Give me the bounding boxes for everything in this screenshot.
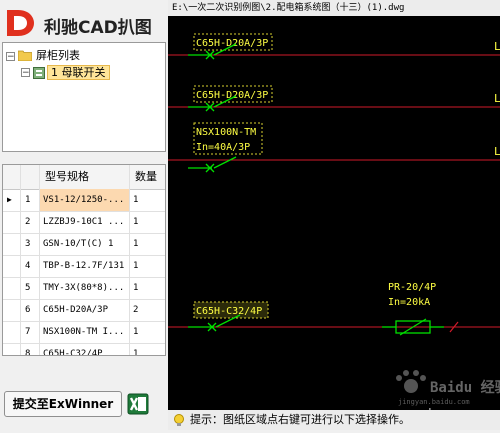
watermark-text: Baidu 经验 [430, 379, 500, 396]
table-row[interactable]: ▶ 1 VS1-12/1250-... 1 [3, 189, 165, 212]
protector-label-line2[interactable]: In=20kA [388, 297, 430, 308]
breaker-label-4[interactable]: C65H-C32/4P [196, 306, 262, 317]
app-logo: 利驰CAD扒图 [4, 8, 168, 38]
breaker-symbol [188, 156, 237, 173]
row-model[interactable]: TMY-3X(80*8)... [43, 277, 129, 299]
row-qty[interactable]: 2 [133, 299, 163, 321]
table-row[interactable]: 5 TMY-3X(80*8)... 1 [3, 277, 165, 300]
row-index[interactable]: 4 [25, 255, 39, 277]
status-hint: 提示：图纸区域点右键可进行以下选择操作。 [190, 413, 410, 426]
breaker-label-1[interactable]: C65H-D20A/3P [196, 38, 268, 49]
row-qty[interactable]: 1 [133, 321, 163, 343]
cabinet-node-icon [33, 67, 45, 79]
row-index[interactable]: 1 [25, 189, 39, 211]
table-row[interactable]: 2 LZZBJ9-10C1 ... 1 [3, 211, 165, 234]
row-index[interactable]: 2 [25, 211, 39, 233]
row-index[interactable]: 7 [25, 321, 39, 343]
row-index[interactable]: 6 [25, 299, 39, 321]
row-qty[interactable]: 1 [133, 343, 163, 355]
table-row[interactable]: 8 C65H-C32/4P 1 [3, 343, 165, 355]
row-model[interactable]: VS1-12/1250-... [40, 189, 129, 211]
grid-header: 型号规格 数量 [3, 165, 165, 190]
edge-mark: L [494, 92, 500, 105]
folder-icon [18, 50, 32, 61]
tree-item-muliankaiguan[interactable]: 1 母联开关 [47, 65, 110, 81]
table-row[interactable]: 3 GSN-10/T(C) 11 [3, 233, 165, 256]
table-row[interactable]: 4 TBP-B-12.7F/131 1 [3, 255, 165, 278]
excel-export-icon[interactable] [127, 393, 149, 415]
current-row-marker: ▶ [7, 195, 12, 204]
breaker-label-3-line2[interactable]: In=40A/3P [196, 142, 250, 153]
tree-item-root-label: 屏柜列表 [36, 49, 80, 62]
table-row[interactable]: 7 NSX100N-TM I... 1 [3, 321, 165, 344]
submit-exwinner-button[interactable]: 提交至ExWinner [4, 391, 122, 417]
row-index[interactable]: 3 [25, 233, 39, 255]
tree-expander-child[interactable]: − [21, 68, 30, 78]
row-index[interactable]: 8 [25, 343, 39, 355]
tree-item-child-label: 1 母联开关 [47, 65, 110, 80]
row-qty[interactable]: 1 [133, 277, 163, 299]
cad-drawing-canvas[interactable]: C65H-D20A/3P C65H-D20A/3P NSX100N-TM In=… [168, 0, 500, 430]
breaker-label-3-line1[interactable]: NSX100N-TM [196, 127, 256, 138]
lichi-logo-icon [7, 10, 34, 36]
row-model[interactable]: TBP-B-12.7F/131 [43, 255, 129, 277]
surge-protector-symbol [382, 318, 444, 336]
cad-drawing[interactable]: C65H-D20A/3P C65H-D20A/3P NSX100N-TM In=… [168, 0, 500, 430]
left-panel: 利驰CAD扒图 − 屏柜列表 − 1 母联开关 型号规格 数量 ▶ 1 VS1-12… [0, 0, 168, 430]
row-qty[interactable]: 1 [133, 233, 163, 255]
status-bar: 提示：图纸区域点右键可进行以下选择操作。 [168, 410, 500, 430]
edge-mark: L [494, 145, 500, 158]
row-model[interactable]: LZZBJ9-10C1 ... [43, 211, 129, 233]
grid-col-qty[interactable]: 数量 [135, 165, 157, 189]
row-qty[interactable]: 1 [133, 211, 163, 233]
baidu-watermark: Baidu 经验 jingyan.baidu.com [396, 370, 500, 406]
row-qty[interactable]: 1 [133, 189, 163, 211]
lightbulb-icon [174, 414, 184, 426]
row-model[interactable]: C65H-C32/4P [43, 343, 129, 355]
parts-grid[interactable]: 型号规格 数量 ▶ 1 VS1-12/1250-... 1 2 LZZBJ9-10C1 .… [2, 164, 166, 356]
edge-mark: L [494, 40, 500, 53]
grid-col-model[interactable]: 型号规格 [45, 165, 89, 189]
row-model[interactable]: C65H-D20A/3P [43, 299, 129, 321]
tree-expander-root[interactable]: − [6, 52, 15, 62]
row-index[interactable]: 5 [25, 277, 39, 299]
table-row[interactable]: 6 C65H-D20A/3P 2 [3, 299, 165, 322]
row-model[interactable]: GSN-10/T(C) 1 [43, 233, 129, 255]
protector-label-line1[interactable]: PR-20/4P [388, 282, 436, 293]
tree-item-root[interactable]: 屏柜列表 [36, 48, 80, 64]
app-title: 利驰CAD扒图 [44, 18, 152, 38]
row-qty[interactable]: 1 [133, 255, 163, 277]
file-path-bar: E:\一次二次识别例图\2.配电箱系统图（十三）(1).dwg [168, 0, 500, 16]
row-model[interactable]: NSX100N-TM I... [43, 321, 129, 343]
cabinet-tree[interactable]: − 屏柜列表 − 1 母联开关 [2, 42, 166, 152]
breaker-label-2[interactable]: C65H-D20A/3P [196, 90, 268, 101]
